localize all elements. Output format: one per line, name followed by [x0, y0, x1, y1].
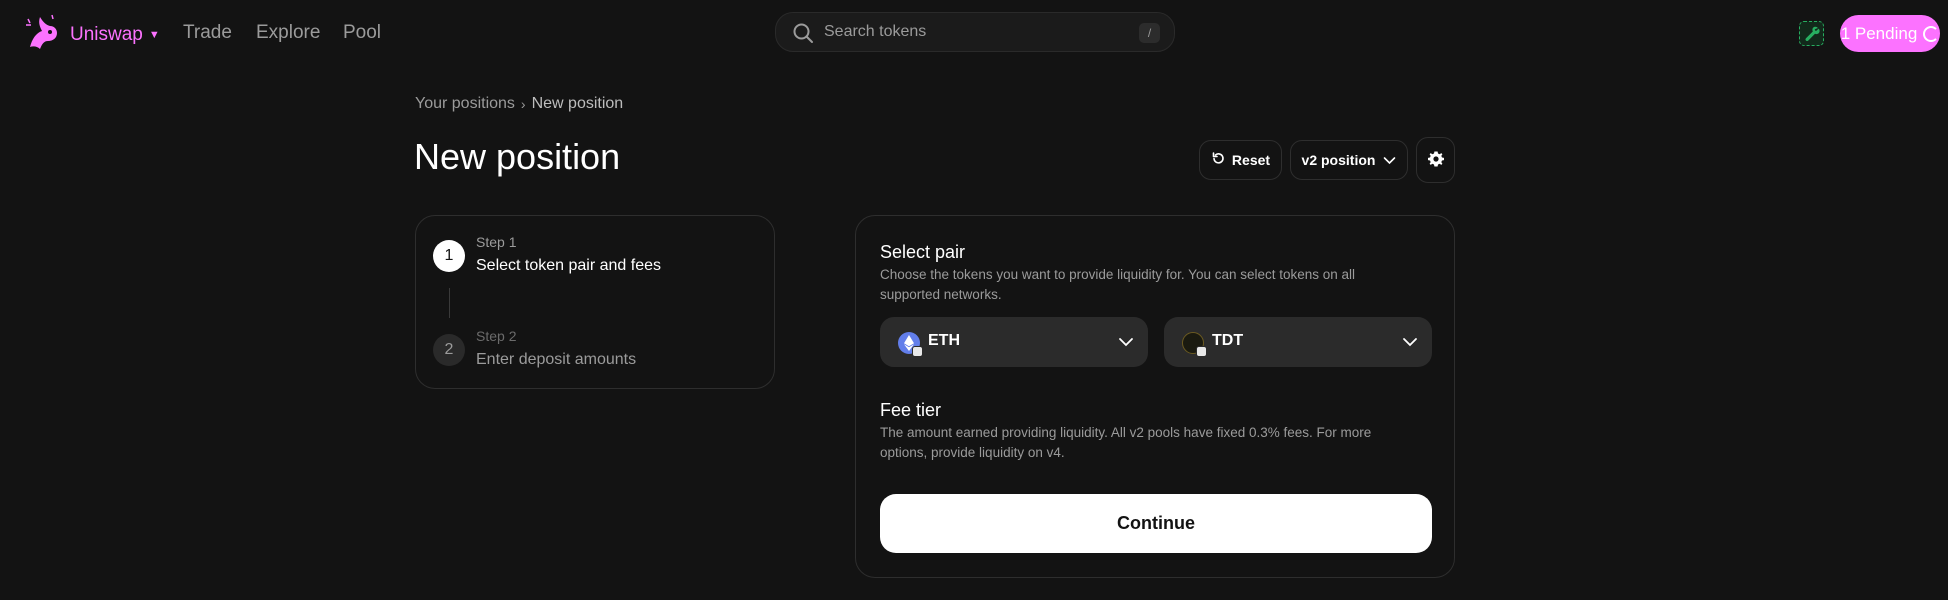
- nav-link-trade[interactable]: Trade: [183, 22, 232, 44]
- token-b-select[interactable]: TDT: [1164, 317, 1432, 367]
- caret-down-icon: ▼: [148, 28, 160, 41]
- fee-tier-title: Fee tier: [880, 400, 942, 420]
- network-badge-icon: [1196, 346, 1207, 357]
- reset-label: Reset: [1231, 152, 1271, 168]
- step-1-number: 1: [433, 240, 465, 272]
- token-a-select[interactable]: ETH: [880, 317, 1148, 367]
- brand-name: Uniswap: [70, 23, 143, 45]
- search-input[interactable]: [824, 21, 1124, 43]
- fee-tier-description: The amount earned providing liquidity. A…: [880, 425, 1372, 460]
- steps-card: 1 Step 1 Select token pair and fees 2 St…: [415, 215, 775, 389]
- search-shortcut-key: /: [1139, 23, 1160, 43]
- token-a-symbol: ETH: [928, 332, 960, 349]
- token-b-symbol: TDT: [1212, 332, 1244, 349]
- top-nav: Uniswap ▼ Trade Explore Pool / 1 Pending: [0, 0, 1948, 66]
- step-2-name: Enter deposit amounts: [476, 351, 637, 368]
- version-label: v2 position: [1301, 152, 1376, 168]
- nav-link-explore[interactable]: Explore: [256, 22, 320, 44]
- network-badge-icon: [912, 346, 923, 357]
- step-1-label: Step 1: [476, 234, 517, 250]
- select-pair-card: Select pair Choose the tokens you want t…: [855, 215, 1455, 578]
- breadcrumb-current: New position: [531, 95, 624, 112]
- step-2-number: 2: [433, 334, 465, 366]
- reset-icon: [1211, 151, 1226, 169]
- brand-menu[interactable]: Uniswap ▼: [22, 11, 160, 58]
- select-pair-title: Select pair: [880, 242, 966, 262]
- select-pair-description: Choose the tokens you want to provide li…: [880, 267, 1356, 302]
- step-2-label: Step 2: [476, 328, 517, 344]
- search-bar[interactable]: /: [775, 12, 1175, 52]
- pending-transactions-button[interactable]: 1 Pending: [1840, 15, 1940, 52]
- chevron-right-icon: ›: [520, 96, 526, 112]
- pending-label: 1 Pending: [1840, 23, 1918, 43]
- settings-button[interactable]: [1416, 137, 1455, 183]
- step-1-name: Select token pair and fees: [476, 257, 662, 274]
- position-version-dropdown[interactable]: v2 position: [1290, 140, 1408, 180]
- page-title: New position: [414, 136, 621, 177]
- dev-tools-button[interactable]: [1799, 21, 1824, 46]
- loading-spinner-icon: [1923, 25, 1940, 42]
- breadcrumb: Your positions › New position: [415, 95, 623, 113]
- continue-button[interactable]: Continue: [880, 494, 1432, 553]
- nav-link-pool[interactable]: Pool: [343, 22, 381, 44]
- breadcrumb-your-positions[interactable]: Your positions: [415, 95, 515, 113]
- chevron-down-icon: [1383, 152, 1396, 168]
- reset-button[interactable]: Reset: [1199, 140, 1282, 180]
- step-connector: [449, 288, 450, 318]
- uniswap-logo-icon: [22, 11, 62, 58]
- gear-icon: [1427, 151, 1444, 170]
